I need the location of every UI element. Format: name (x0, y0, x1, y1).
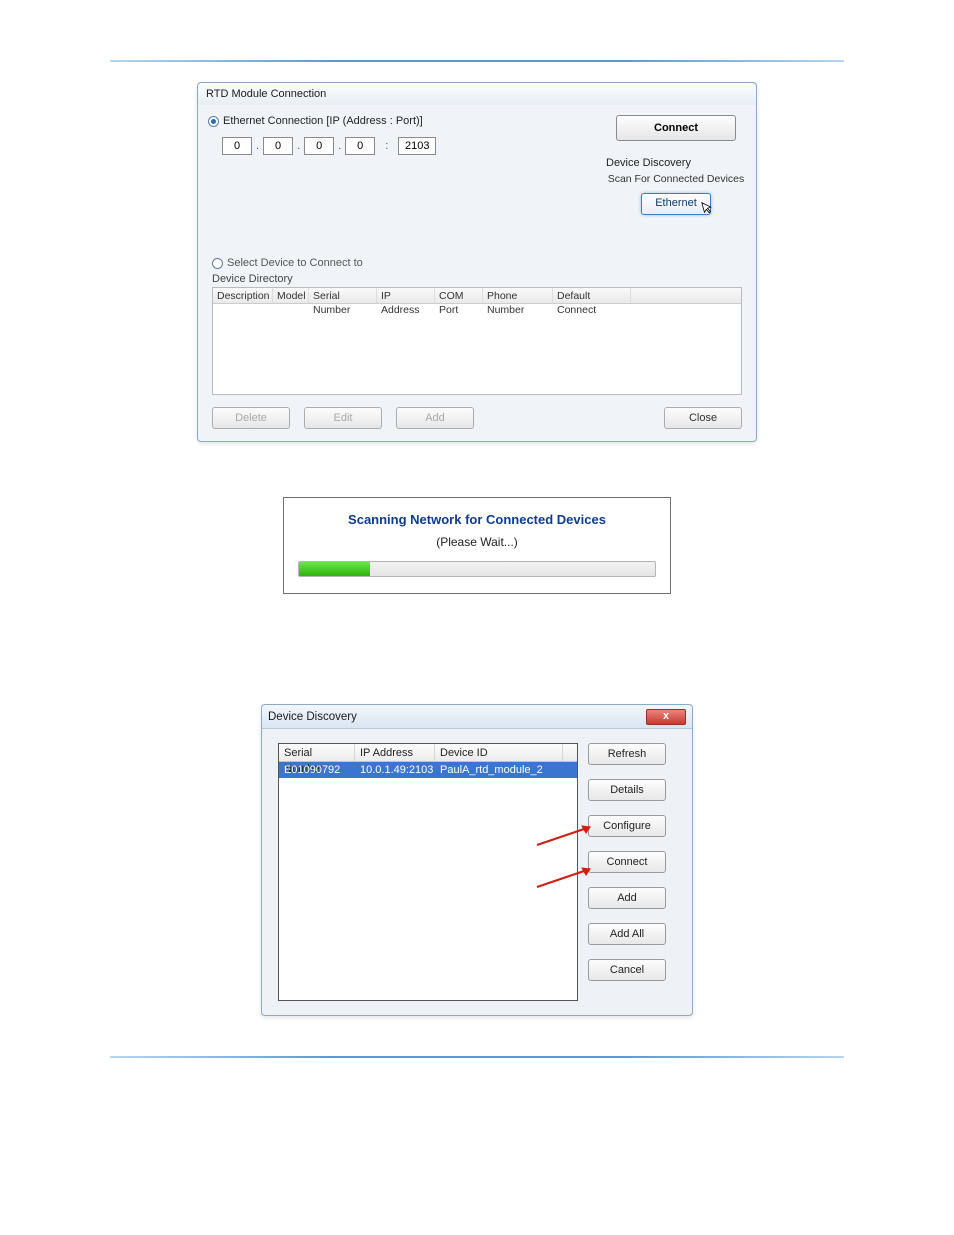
add-button[interactable]: Add (588, 887, 666, 909)
cursor-icon (701, 199, 719, 222)
col-serial: Serial Number (309, 288, 377, 303)
ethernet-radio-label: Ethernet Connection [IP (Address : Port)… (223, 115, 423, 127)
refresh-button[interactable]: Refresh (588, 743, 666, 765)
connect-button[interactable]: Connect (588, 851, 666, 873)
ip-dot-icon: . (256, 140, 259, 152)
bottom-buttons: Delete Edit Add Close (198, 407, 756, 441)
ip-dot-icon: . (338, 140, 341, 152)
select-device-radio-row[interactable]: Select Device to Connect to (212, 257, 756, 269)
discovery-buttons: Refresh Details Configure Connect Add Ad… (588, 743, 666, 1001)
col-serial: Serial Number (279, 744, 355, 761)
add-button[interactable]: Add (396, 407, 474, 429)
radio-icon (208, 116, 219, 127)
col-model: Model (273, 288, 309, 303)
port-separator: : (385, 140, 388, 152)
device-discovery-window: Device Discovery x Serial Number IP Addr… (261, 704, 693, 1016)
col-device-id: Device ID (435, 744, 563, 761)
cell-device-id: PaulA_rtd_module_2 (435, 762, 577, 778)
col-ip: IP Address (355, 744, 435, 761)
details-button[interactable]: Details (588, 779, 666, 801)
discovery-window-title: Device Discovery (268, 711, 357, 723)
ethernet-button-label: Ethernet (655, 197, 697, 209)
col-spacer (563, 744, 577, 761)
discovery-body: Serial Number IP Address Device ID E0109… (262, 729, 692, 1015)
ip-octet-2[interactable]: 0 (263, 137, 293, 155)
progress-fill (299, 562, 370, 576)
radio-icon (212, 258, 223, 269)
add-all-button[interactable]: Add All (588, 923, 666, 945)
table-row[interactable]: E01090792 10.0.1.49:2103 PaulA_rtd_modul… (279, 762, 577, 778)
device-discovery-group: Device Discovery Scan For Connected Devi… (606, 157, 746, 215)
top-rule (110, 60, 844, 62)
table-header: Description Model Serial Number IP Addre… (213, 288, 741, 304)
ip-octet-3[interactable]: 0 (304, 137, 334, 155)
col-ip: IP Address (377, 288, 435, 303)
ethernet-scan-button[interactable]: Ethernet (641, 193, 711, 215)
col-default: Default Connect (553, 288, 631, 303)
ip-dot-icon: . (297, 140, 300, 152)
window-title: RTD Module Connection (198, 83, 756, 105)
discovery-titlebar: Device Discovery x (262, 705, 692, 729)
bottom-rule (110, 1056, 844, 1058)
device-directory-table[interactable]: Description Model Serial Number IP Addre… (212, 287, 742, 395)
progress-bar (298, 561, 656, 577)
connection-right-pane: Connect Device Discovery Scan For Connec… (606, 115, 746, 245)
scanning-wait: (Please Wait...) (298, 535, 656, 549)
edit-button[interactable]: Edit (304, 407, 382, 429)
configure-button[interactable]: Configure (588, 815, 666, 837)
window-close-button[interactable]: x (646, 709, 686, 725)
col-spacer (631, 288, 741, 303)
connection-left-pane: Ethernet Connection [IP (Address : Port)… (208, 115, 592, 245)
device-directory-label: Device Directory (212, 273, 756, 285)
cancel-button[interactable]: Cancel (588, 959, 666, 981)
col-com: COM Port (435, 288, 483, 303)
ip-octet-1[interactable]: 0 (222, 137, 252, 155)
discovery-header: Serial Number IP Address Device ID (279, 744, 577, 762)
col-description: Description (213, 288, 273, 303)
ip-octet-4[interactable]: 0 (345, 137, 375, 155)
document-page: RTD Module Connection Ethernet Connectio… (0, 0, 954, 1098)
cell-ip: 10.0.1.49:2103 (355, 762, 435, 778)
rtd-module-connection-window: RTD Module Connection Ethernet Connectio… (197, 82, 757, 442)
connect-button[interactable]: Connect (616, 115, 736, 141)
discovery-table[interactable]: Serial Number IP Address Device ID E0109… (278, 743, 578, 1001)
port-field[interactable]: 2103 (398, 137, 436, 155)
close-button[interactable]: Close (664, 407, 742, 429)
scanning-dialog: Scanning Network for Connected Devices (… (283, 497, 671, 594)
col-phone: Phone Number (483, 288, 553, 303)
ethernet-radio-row[interactable]: Ethernet Connection [IP (Address : Port)… (208, 115, 592, 127)
discovery-subtitle: Scan For Connected Devices (606, 173, 746, 185)
discovery-title: Device Discovery (606, 157, 746, 169)
delete-button[interactable]: Delete (212, 407, 290, 429)
ip-port-row: 0 . 0 . 0 . 0 : 2103 (208, 137, 592, 155)
scanning-title: Scanning Network for Connected Devices (298, 512, 656, 527)
connection-body: Ethernet Connection [IP (Address : Port)… (198, 105, 756, 253)
select-device-radio-label: Select Device to Connect to (227, 257, 363, 269)
cell-serial: E01090792 (279, 762, 355, 778)
